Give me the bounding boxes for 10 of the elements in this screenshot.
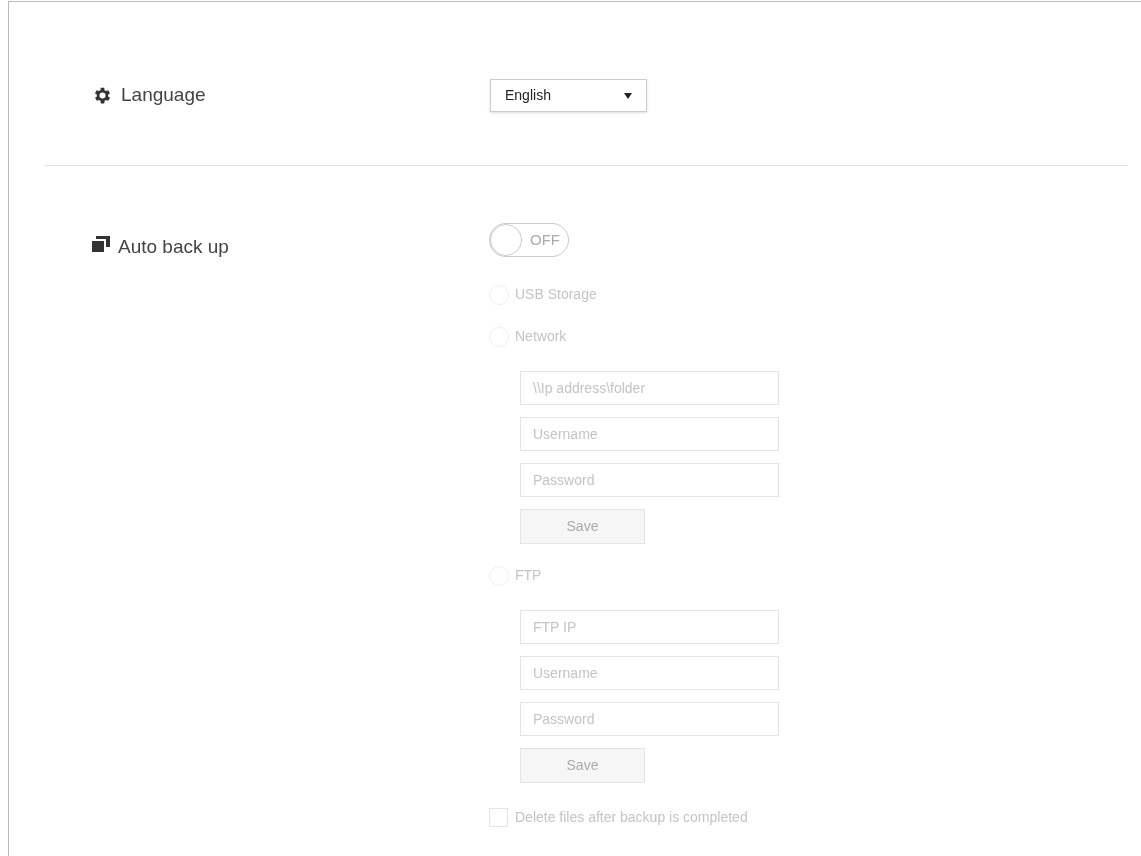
auto-backup-label: Auto back up — [118, 235, 229, 259]
radio-label: USB Storage — [515, 285, 597, 304]
radio-label: Network — [515, 327, 567, 346]
language-select[interactable]: English — [490, 79, 647, 112]
dropdown-caret-icon — [624, 92, 632, 99]
radio-label: FTP — [515, 566, 542, 585]
checkbox-label: Delete files after backup is completed — [515, 808, 748, 827]
copy-icon — [92, 236, 110, 252]
settings-icon — [92, 85, 113, 106]
language-label: Language — [121, 83, 206, 108]
